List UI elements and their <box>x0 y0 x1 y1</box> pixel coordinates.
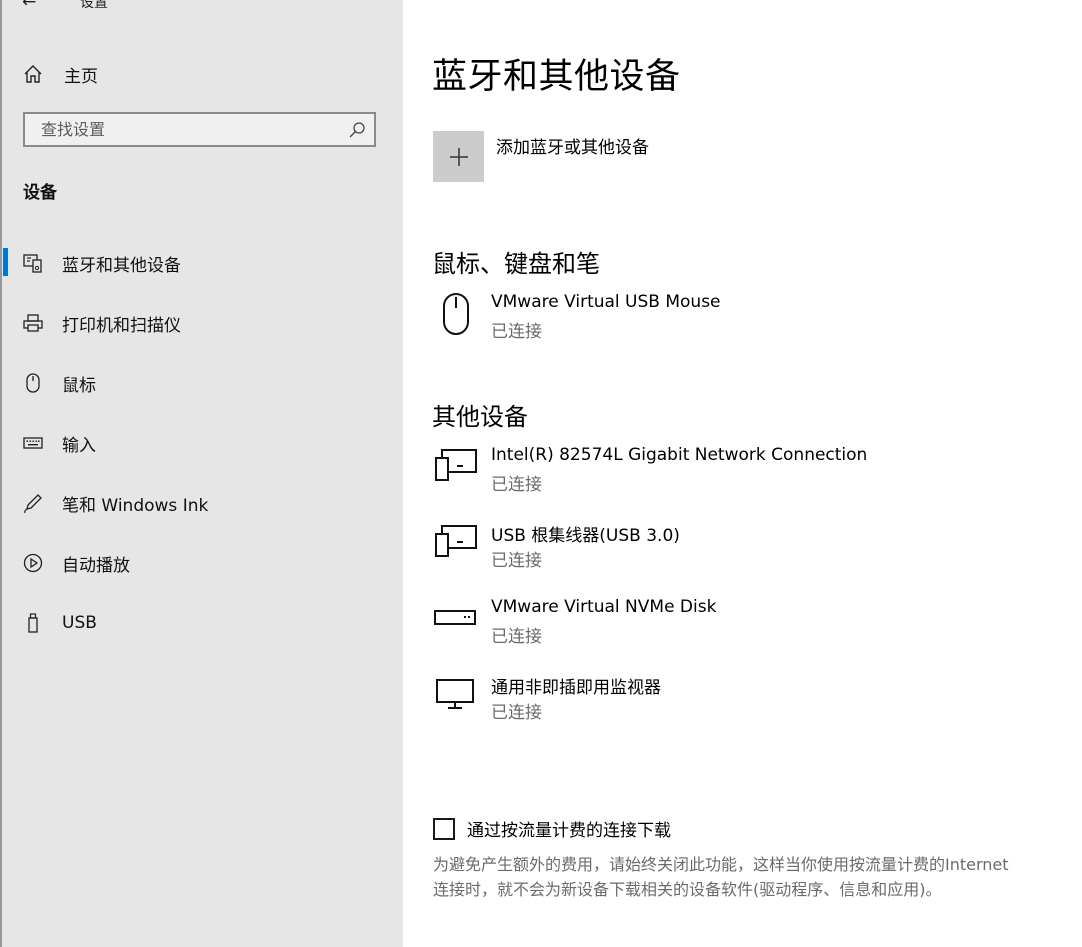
group-title-input-devices: 鼠标、键盘和笔 <box>432 250 600 278</box>
device-item[interactable]: USB 根集线器(USB 3.0) 已连接 <box>433 521 1053 581</box>
device-status: 已连接 <box>491 627 542 647</box>
pen-icon <box>24 494 42 514</box>
sidebar-item-pen[interactable]: 笔和 Windows Ink <box>2 473 403 533</box>
mouse-icon <box>26 373 40 393</box>
device-name: VMware Virtual USB Mouse <box>491 292 721 312</box>
sidebar-item-usb[interactable]: USB <box>2 593 403 653</box>
device-item[interactable]: VMware Virtual NVMe Disk 已连接 <box>433 597 1053 657</box>
metered-download-option[interactable]: 通过按流量计费的连接下载 <box>433 816 671 841</box>
back-arrow-icon[interactable]: ← <box>22 0 62 12</box>
device-name: USB 根集线器(USB 3.0) <box>491 526 680 546</box>
add-device-tile[interactable] <box>433 131 484 182</box>
settings-sidebar: ← 设置 主页 设备 蓝牙和其他设备 <box>2 0 403 947</box>
drive-icon <box>434 610 476 625</box>
home-nav-item[interactable]: 主页 <box>22 60 98 88</box>
home-label: 主页 <box>64 66 98 87</box>
sidebar-item-autoplay[interactable]: 自动播放 <box>2 533 403 593</box>
selected-indicator <box>3 248 8 276</box>
device-status: 已连接 <box>491 703 542 723</box>
page-title: 蓝牙和其他设备 <box>432 57 681 97</box>
bluetooth-devices-icon <box>23 254 42 273</box>
sidebar-item-label: 笔和 Windows Ink <box>62 495 209 516</box>
device-status: 已连接 <box>491 322 542 342</box>
keyboard-icon <box>23 437 43 449</box>
plus-icon <box>449 147 468 166</box>
sidebar-nav: 蓝牙和其他设备 打印机和扫描仪 鼠标 输入 笔和 Windows Ink 自动播… <box>2 233 403 653</box>
device-status: 已连接 <box>491 475 542 495</box>
metered-checkbox[interactable] <box>433 817 455 840</box>
search-input[interactable] <box>39 119 348 140</box>
monitor-icon <box>436 679 474 709</box>
device-name: Intel(R) 82574L Gigabit Network Connecti… <box>491 445 868 465</box>
sidebar-item-label: 蓝牙和其他设备 <box>62 255 181 276</box>
device-item[interactable]: VMware Virtual USB Mouse 已连接 <box>433 292 1053 352</box>
printer-icon <box>23 314 43 332</box>
device-item[interactable]: 通用非即插即用监视器 已连接 <box>433 673 1053 733</box>
add-device-label[interactable]: 添加蓝牙或其他设备 <box>496 133 649 158</box>
sidebar-item-label: 打印机和扫描仪 <box>62 315 181 336</box>
group-title-other-devices: 其他设备 <box>432 403 528 431</box>
sidebar-item-input[interactable]: 输入 <box>2 413 403 473</box>
device-item[interactable]: Intel(R) 82574L Gigabit Network Connecti… <box>433 445 1053 505</box>
sidebar-item-printers[interactable]: 打印机和扫描仪 <box>2 293 403 353</box>
device-name: VMware Virtual NVMe Disk <box>491 597 717 617</box>
sidebar-item-label: 自动播放 <box>62 555 130 576</box>
device-name: 通用非即插即用监视器 <box>491 678 661 698</box>
sidebar-item-label: 鼠标 <box>62 375 96 396</box>
title-bar: ← 设置 <box>22 0 108 14</box>
window-title: 设置 <box>80 0 108 11</box>
sidebar-item-bluetooth[interactable]: 蓝牙和其他设备 <box>2 233 403 293</box>
device-status: 已连接 <box>491 551 542 571</box>
usb-icon <box>28 613 38 633</box>
home-icon <box>24 65 42 83</box>
search-box[interactable] <box>23 112 376 147</box>
add-device-button[interactable]: 添加蓝牙或其他设备 <box>433 131 649 182</box>
main-content: 蓝牙和其他设备 添加蓝牙或其他设备 鼠标、键盘和笔 VMware Virtual… <box>403 0 1082 947</box>
metered-label[interactable]: 通过按流量计费的连接下载 <box>467 816 671 841</box>
mouse-icon <box>443 293 469 335</box>
sidebar-item-mouse[interactable]: 鼠标 <box>2 353 403 413</box>
search-icon[interactable] <box>348 121 366 139</box>
sidebar-item-label: 输入 <box>62 435 96 456</box>
sidebar-item-label: USB <box>62 613 97 633</box>
section-heading: 设备 <box>23 183 57 203</box>
device-generic-icon <box>435 449 477 481</box>
autoplay-icon <box>23 553 43 573</box>
device-generic-icon <box>435 525 477 557</box>
metered-description: 为避免产生额外的费用，请始终关闭此功能，这样当你使用按流量计费的Internet… <box>433 855 1009 899</box>
